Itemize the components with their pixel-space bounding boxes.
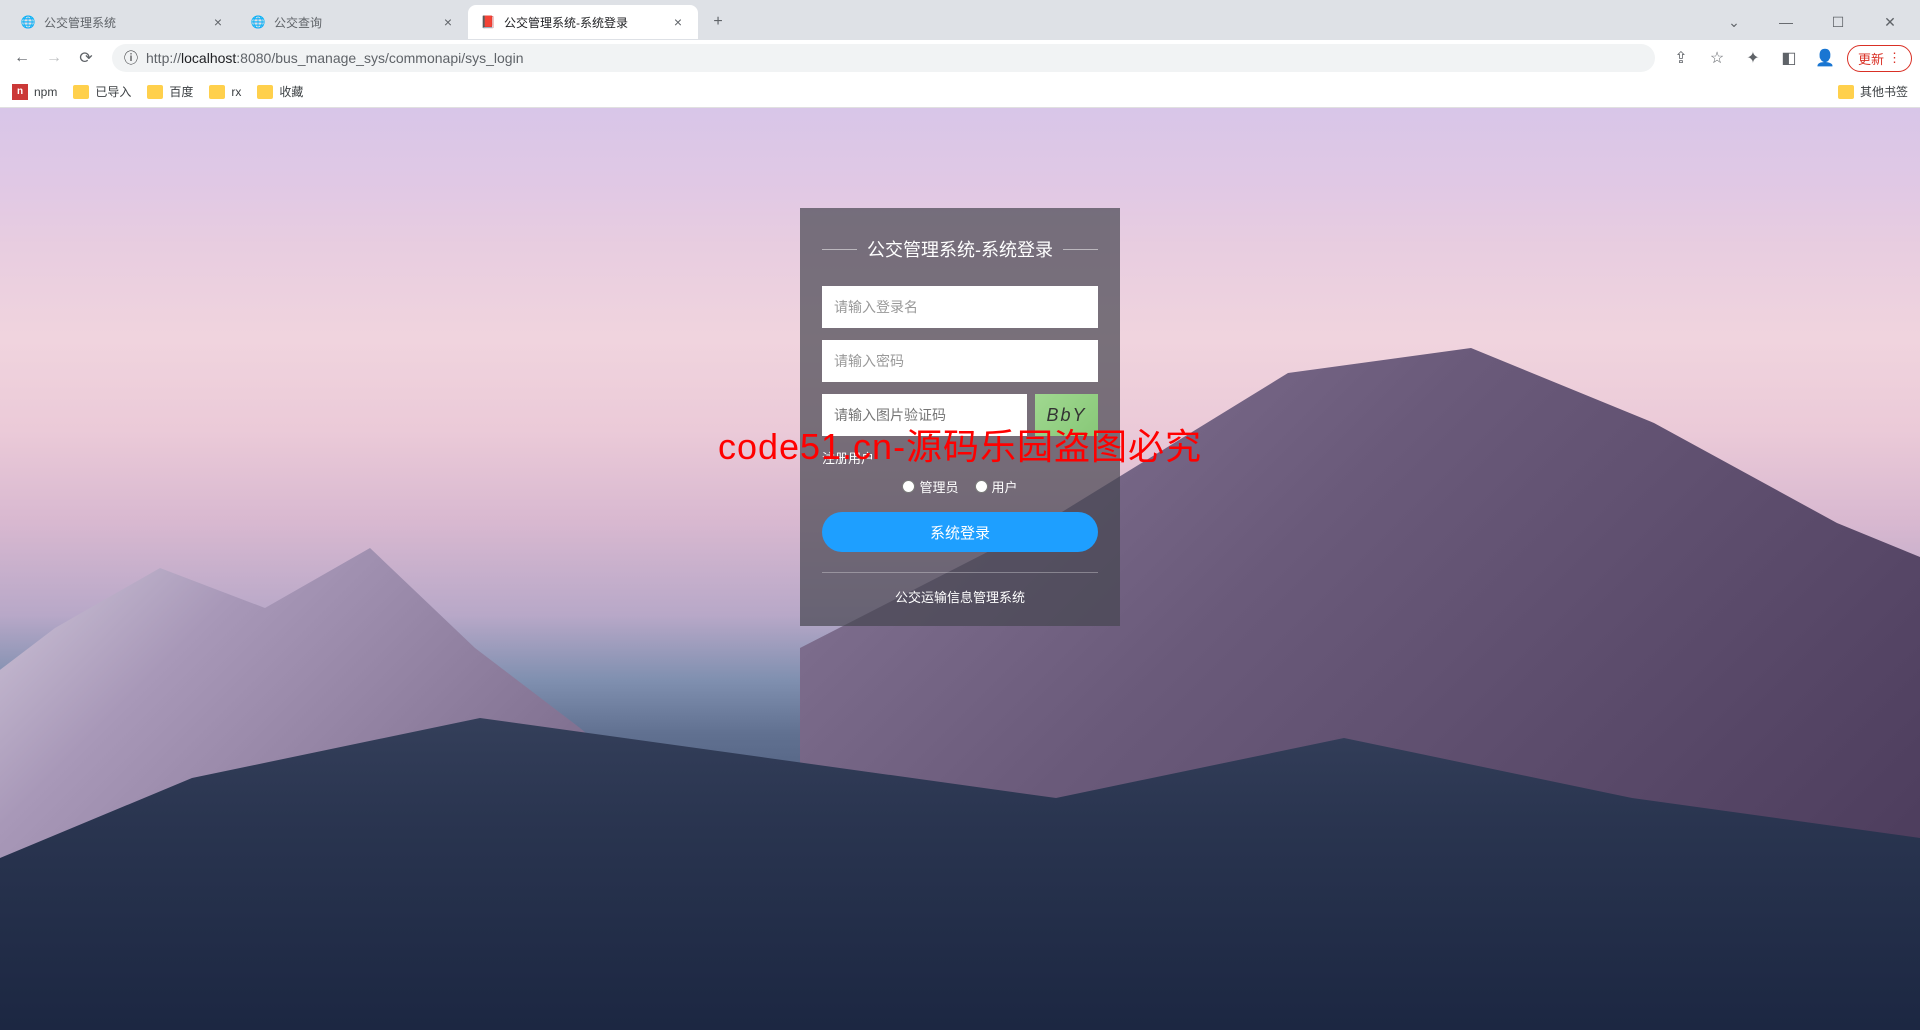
folder-icon [147, 85, 163, 99]
folder-icon [1838, 85, 1854, 99]
app-icon: 📕 [480, 14, 496, 30]
star-icon[interactable]: ☆ [1703, 44, 1731, 72]
bookmarks-bar: n npm 已导入 百度 rx 收藏 其他书签 [0, 76, 1920, 108]
role-admin-radio[interactable] [902, 480, 915, 493]
folder-icon [257, 85, 273, 99]
tab-title: 公交管理系统-系统登录 [504, 14, 670, 31]
bookmark-baidu[interactable]: 百度 [147, 83, 193, 100]
login-button[interactable]: 系统登录 [822, 512, 1098, 552]
folder-icon [209, 85, 225, 99]
username-input[interactable] [822, 286, 1098, 328]
bookmark-favorites[interactable]: 收藏 [257, 83, 303, 100]
toolbar: ← → ⟳ ⓘ http://localhost:8080/bus_manage… [0, 40, 1920, 76]
tab-title: 公交查询 [274, 14, 440, 31]
forward-button[interactable]: → [40, 44, 68, 72]
folder-icon [73, 85, 89, 99]
url-bar[interactable]: ⓘ http://localhost:8080/bus_manage_sys/c… [112, 44, 1655, 72]
browser-chrome: 🌐 公交管理系统 × 🌐 公交查询 × 📕 公交管理系统-系统登录 × + ⌄ … [0, 0, 1920, 108]
role-user-radio[interactable] [975, 480, 988, 493]
toolbar-right: ⇪ ☆ ✦ ◧ 👤 更新⋮ [1667, 44, 1912, 72]
new-tab-button[interactable]: + [704, 8, 732, 36]
tab-bar: 🌐 公交管理系统 × 🌐 公交查询 × 📕 公交管理系统-系统登录 × + ⌄ … [0, 0, 1920, 40]
close-icon[interactable]: × [210, 14, 226, 30]
globe-icon: 🌐 [20, 14, 36, 30]
tab-bus-query[interactable]: 🌐 公交查询 × [238, 5, 468, 39]
role-user-option[interactable]: 用户 [975, 477, 1018, 496]
extensions-icon[interactable]: ✦ [1739, 44, 1767, 72]
login-panel: 公交管理系统-系统登录 BbY 注册用户 管理员 用户 系统登录 公交运输信息管… [800, 208, 1120, 626]
tab-login[interactable]: 📕 公交管理系统-系统登录 × [468, 5, 698, 39]
minimize-button[interactable]: — [1764, 7, 1808, 37]
tab-bus-system[interactable]: 🌐 公交管理系统 × [8, 5, 238, 39]
role-admin-option[interactable]: 管理员 [902, 477, 958, 496]
sidepanel-icon[interactable]: ◧ [1775, 44, 1803, 72]
bookmark-imported[interactable]: 已导入 [73, 83, 131, 100]
login-footer: 公交运输信息管理系统 [822, 572, 1098, 606]
bookmark-npm[interactable]: n npm [12, 84, 57, 100]
url-text: http://localhost:8080/bus_manage_sys/com… [146, 50, 523, 66]
maximize-button[interactable]: ☐ [1816, 7, 1860, 37]
chevron-down-icon[interactable]: ⌄ [1712, 7, 1756, 37]
reload-button[interactable]: ⟳ [72, 44, 100, 72]
window-controls: ⌄ — ☐ ✕ [1712, 7, 1912, 37]
globe-icon: 🌐 [250, 14, 266, 30]
update-button[interactable]: 更新⋮ [1847, 45, 1912, 72]
page-content: 公交管理系统-系统登录 BbY 注册用户 管理员 用户 系统登录 公交运输信息管… [0, 108, 1920, 1030]
npm-icon: n [12, 84, 28, 100]
profile-icon[interactable]: 👤 [1811, 44, 1839, 72]
role-radio-group: 管理员 用户 [822, 477, 1098, 496]
password-input[interactable] [822, 340, 1098, 382]
watermark-text: code51.cn-源码乐园盗图必究 [718, 418, 1202, 470]
share-icon[interactable]: ⇪ [1667, 44, 1695, 72]
close-window-button[interactable]: ✕ [1868, 7, 1912, 37]
close-icon[interactable]: × [670, 14, 686, 30]
close-icon[interactable]: × [440, 14, 456, 30]
tab-title: 公交管理系统 [44, 14, 210, 31]
back-button[interactable]: ← [8, 44, 36, 72]
login-title: 公交管理系统-系统登录 [822, 236, 1098, 262]
info-icon: ⓘ [124, 48, 138, 68]
other-bookmarks[interactable]: 其他书签 [1838, 83, 1908, 100]
bookmark-rx[interactable]: rx [209, 85, 241, 99]
